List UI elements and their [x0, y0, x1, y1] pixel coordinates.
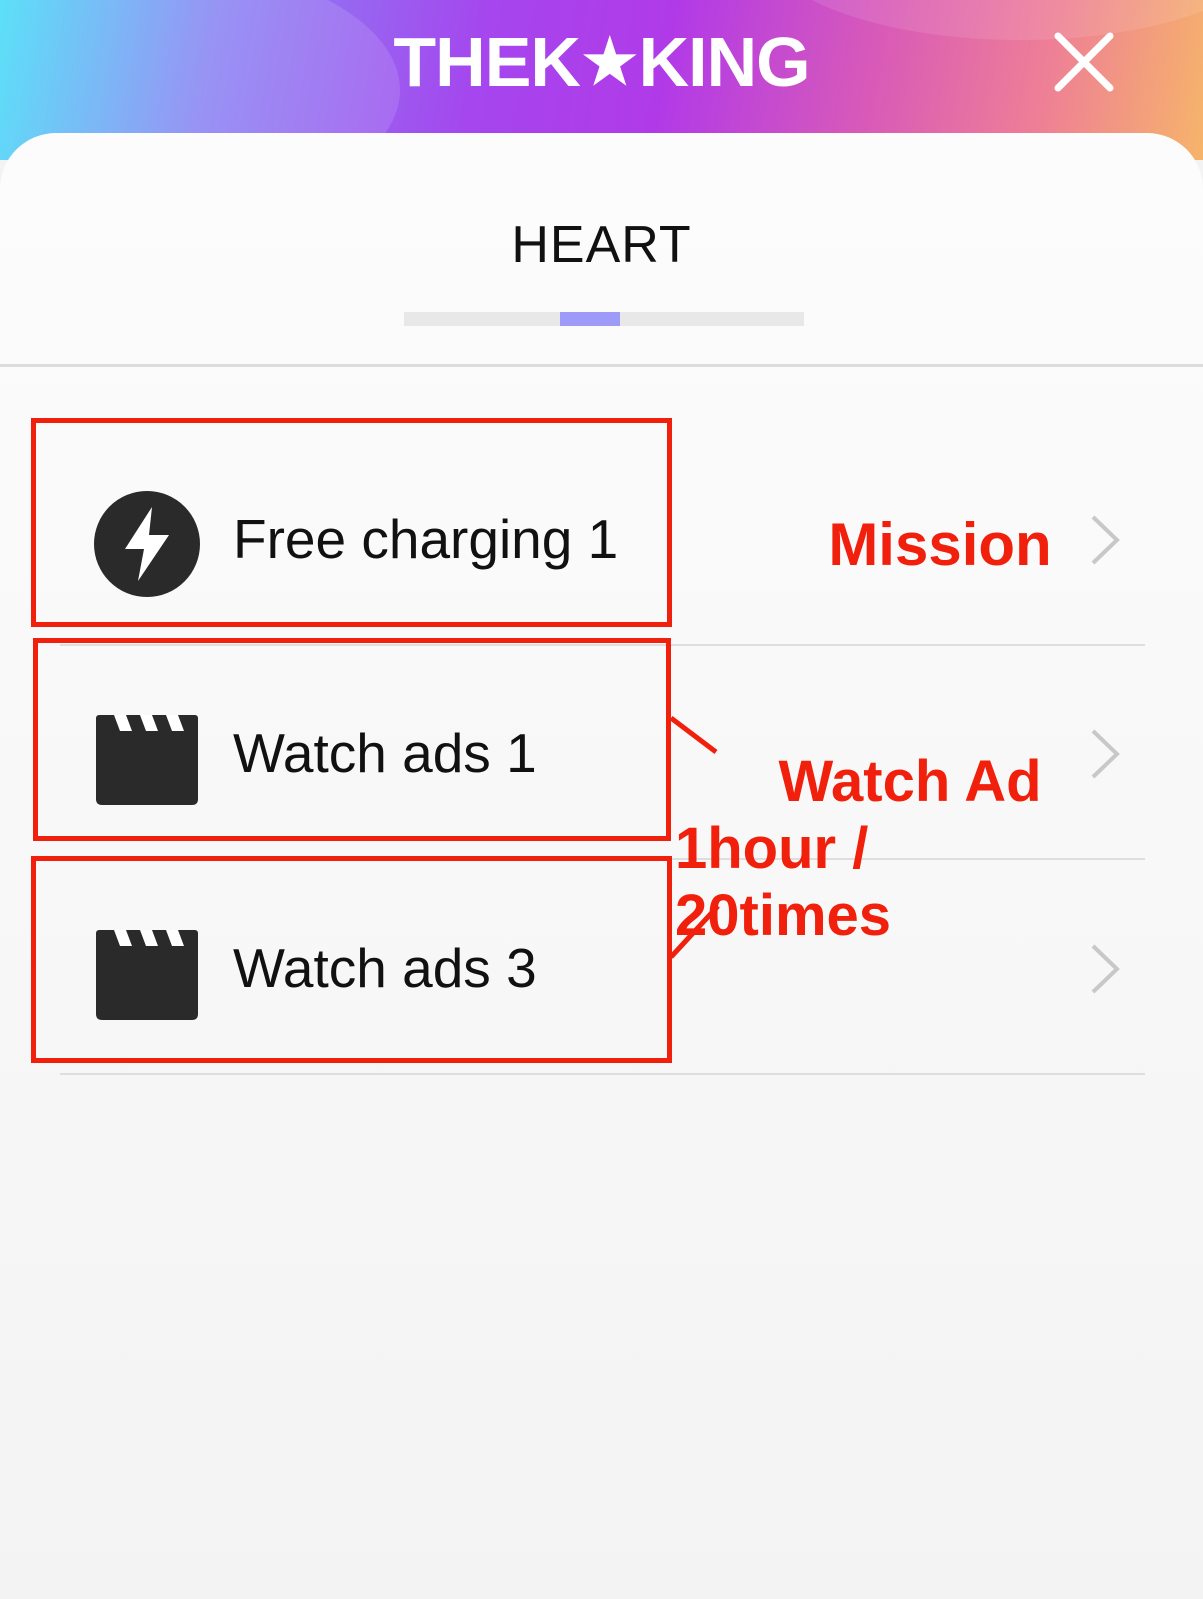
- chevron-right-icon: [1091, 944, 1120, 994]
- logo-text-right: KING: [638, 23, 811, 101]
- annotation-box: [33, 638, 671, 841]
- page-title: HEART: [511, 216, 692, 274]
- annotation-box: [31, 418, 672, 627]
- tab-progress-indicator: [560, 312, 620, 326]
- annotation-watch-ad: Watch Ad: [778, 749, 1042, 814]
- annotation-box: [31, 856, 672, 1063]
- tab-progress-track: [404, 312, 804, 326]
- annotation-watch-ad-limit: 1hour / 20times: [675, 816, 892, 948]
- logo-text-left: THEK: [393, 23, 581, 101]
- row-divider: [60, 1073, 1145, 1075]
- annotation-mission: Mission: [828, 511, 1052, 578]
- close-icon[interactable]: [1052, 30, 1116, 94]
- logo-star-icon: ★: [581, 28, 638, 97]
- header-divider: [0, 364, 1203, 367]
- app-logo: THEK★KING: [0, 22, 1203, 103]
